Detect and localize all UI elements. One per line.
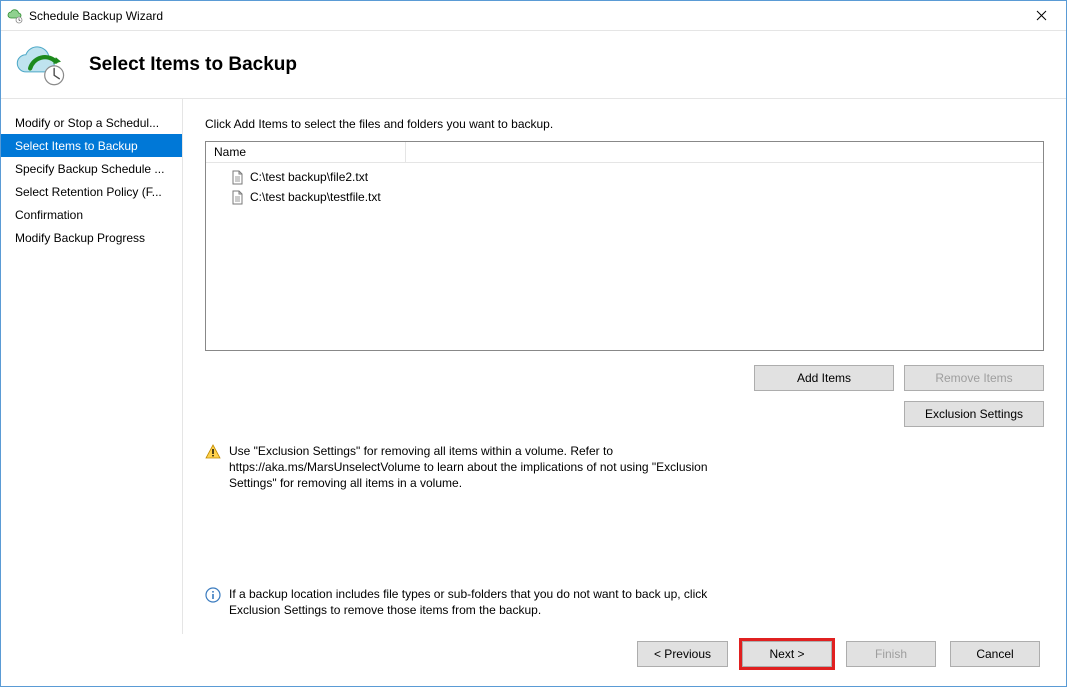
file-icon: [230, 170, 244, 184]
list-body: C:\test backup\file2.txt C:\test backup\…: [206, 163, 1043, 211]
remove-items-button: Remove Items: [904, 365, 1044, 391]
backup-cloud-icon: [13, 41, 73, 89]
cancel-button[interactable]: Cancel: [950, 641, 1040, 667]
list-item[interactable]: C:\test backup\testfile.txt: [206, 187, 1043, 207]
warning-text: Use "Exclusion Settings" for removing al…: [229, 443, 735, 492]
info-text: If a backup location includes file types…: [229, 586, 735, 618]
nav-step-modify-progress[interactable]: Modify Backup Progress: [1, 226, 182, 249]
nav-step-confirmation[interactable]: Confirmation: [1, 203, 182, 226]
next-button[interactable]: Next >: [742, 641, 832, 667]
close-button[interactable]: [1019, 2, 1064, 30]
warning-message: Use "Exclusion Settings" for removing al…: [205, 443, 735, 492]
item-path: C:\test backup\testfile.txt: [250, 190, 381, 204]
nav-step-specify-schedule[interactable]: Specify Backup Schedule ...: [1, 157, 182, 180]
close-icon: [1036, 9, 1047, 23]
window-title: Schedule Backup Wizard: [29, 9, 1019, 23]
exclusion-settings-button[interactable]: Exclusion Settings: [904, 401, 1044, 427]
wizard-footer: < Previous Next > Finish Cancel: [1, 634, 1066, 686]
page-title: Select Items to Backup: [89, 54, 297, 76]
instruction-text: Click Add Items to select the files and …: [205, 117, 1044, 131]
info-message: If a backup location includes file types…: [205, 586, 735, 618]
nav-step-retention-policy[interactable]: Select Retention Policy (F...: [1, 180, 182, 203]
nav-step-select-items[interactable]: Select Items to Backup: [1, 134, 182, 157]
app-icon: [7, 8, 23, 24]
exclusion-row: Exclusion Settings: [205, 401, 1044, 427]
wizard-nav: Modify or Stop a Schedul... Select Items…: [1, 99, 183, 634]
list-header: Name: [206, 142, 1043, 163]
previous-button[interactable]: < Previous: [637, 641, 728, 667]
file-icon: [230, 190, 244, 204]
info-icon: [205, 587, 221, 603]
main-panel: Click Add Items to select the files and …: [183, 99, 1066, 634]
add-items-button[interactable]: Add Items: [754, 365, 894, 391]
wizard-body: Modify or Stop a Schedul... Select Items…: [1, 99, 1066, 634]
item-buttons-row: Add Items Remove Items: [205, 365, 1044, 391]
warning-icon: [205, 444, 221, 460]
item-path: C:\test backup\file2.txt: [250, 170, 368, 184]
wizard-header: Select Items to Backup: [1, 31, 1066, 99]
finish-button: Finish: [846, 641, 936, 667]
column-name[interactable]: Name: [206, 142, 406, 162]
titlebar: Schedule Backup Wizard: [1, 1, 1066, 31]
list-item[interactable]: C:\test backup\file2.txt: [206, 167, 1043, 187]
wizard-window: Schedule Backup Wizard Select Items to B…: [0, 0, 1067, 687]
nav-step-modify-or-stop[interactable]: Modify or Stop a Schedul...: [1, 111, 182, 134]
items-listbox[interactable]: Name C:\test backup\file2.txt C:\test ba…: [205, 141, 1044, 351]
